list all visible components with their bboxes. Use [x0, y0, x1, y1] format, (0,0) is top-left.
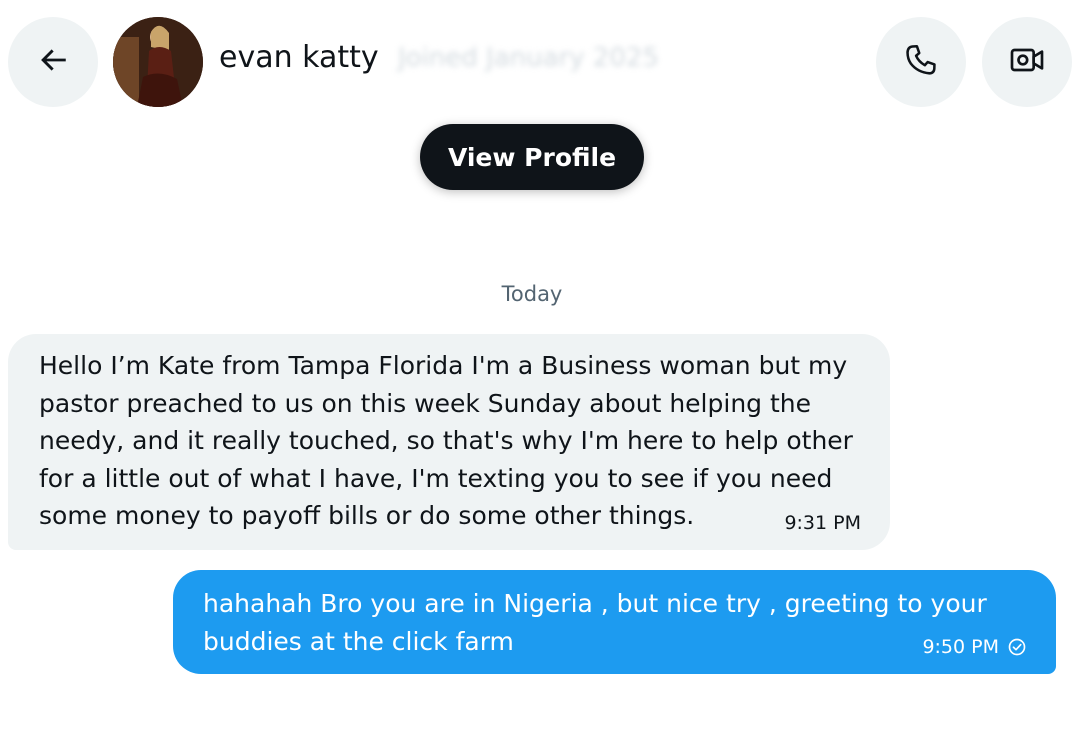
message-text: Hello I’m Kate from Tampa Florida I'm a …	[39, 347, 860, 535]
video-call-button[interactable]	[982, 17, 1072, 107]
view-profile-button[interactable]: View Profile	[420, 124, 644, 190]
message-line: for a little out of what I have, I'm tex…	[39, 463, 833, 493]
arrow-left-icon	[36, 43, 70, 81]
message-text: hahahah Bro you are in Nigeria , but nic…	[203, 585, 1026, 660]
message-line: buddies at the click farm	[203, 626, 514, 656]
dm-conversation-page: evan katty Joined January 2025 View Prof…	[0, 0, 1086, 736]
incoming-message-bubble[interactable]: Hello I’m Kate from Tampa Florida I'm a …	[8, 334, 890, 550]
message-timestamp: 9:50 PM	[922, 636, 1027, 658]
call-button[interactable]	[876, 17, 966, 107]
message-line: some money to payoff bills or do some ot…	[39, 501, 695, 530]
message-line: needy, and it really touched, so that's …	[39, 426, 853, 455]
back-button[interactable]	[8, 17, 98, 107]
message-line: Hello I’m Kate from Tampa Florida I'm a …	[39, 351, 848, 380]
display-name: evan katty	[219, 40, 379, 75]
message-line: pastor preached to us on this week Sunda…	[39, 388, 812, 418]
check-circle-icon	[1007, 637, 1027, 657]
day-separator: Today	[501, 282, 563, 306]
outgoing-message-bubble[interactable]: hahahah Bro you are in Nigeria , but nic…	[173, 570, 1056, 674]
avatar[interactable]	[113, 17, 203, 107]
message-timestamp: 9:31 PM	[784, 512, 861, 534]
timestamp-text: 9:31 PM	[784, 512, 861, 534]
message-line: hahahah Bro you are in Nigeria , but nic…	[203, 589, 987, 618]
joined-date: Joined January 2025	[398, 43, 660, 73]
video-camera-icon	[1007, 40, 1047, 84]
phone-icon	[902, 41, 940, 83]
timestamp-text: 9:50 PM	[922, 636, 999, 658]
